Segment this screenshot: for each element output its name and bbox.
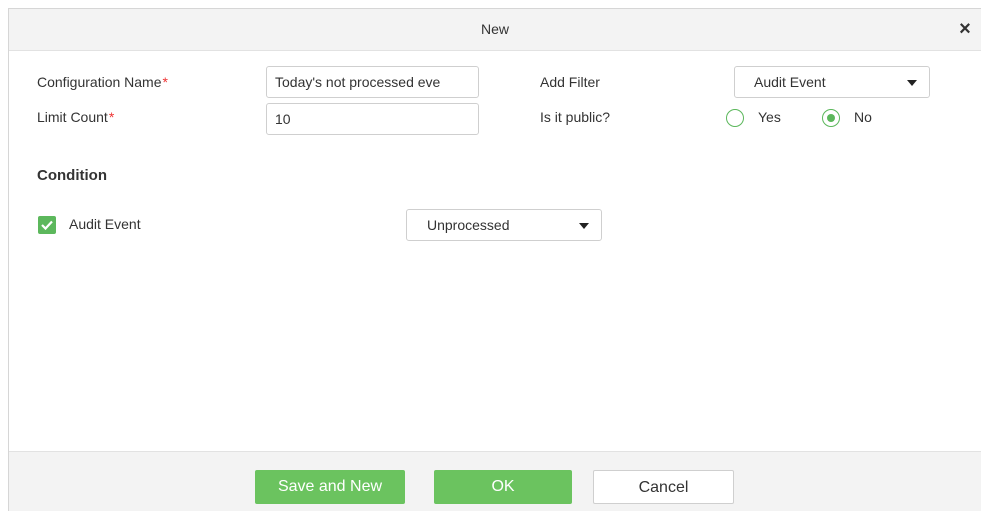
dialog-footer: Save and New OK Cancel <box>9 451 981 511</box>
public-yes-radio[interactable] <box>726 109 744 127</box>
add-filter-value: Audit Event <box>754 74 826 90</box>
config-name-label-text: Configuration Name <box>37 74 162 90</box>
cancel-button[interactable]: Cancel <box>593 470 734 504</box>
chevron-down-icon <box>907 80 917 86</box>
new-dialog: New × Configuration Name* Today's not pr… <box>8 8 981 511</box>
config-name-label: Configuration Name* <box>37 74 168 90</box>
add-filter-label: Add Filter <box>540 74 600 90</box>
config-name-input[interactable]: Today's not processed eve <box>266 66 479 98</box>
public-no-label: No <box>854 109 872 125</box>
ok-button[interactable]: OK <box>434 470 572 504</box>
limit-count-label: Limit Count* <box>37 109 114 125</box>
audit-event-checkbox[interactable] <box>38 216 56 234</box>
public-no-radio[interactable] <box>822 109 840 127</box>
dialog-title: New <box>480 21 509 37</box>
limit-count-label-text: Limit Count <box>37 109 108 125</box>
audit-event-status-value: Unprocessed <box>427 217 510 233</box>
condition-heading: Condition <box>37 167 107 184</box>
audit-event-status-select[interactable]: Unprocessed <box>406 209 602 241</box>
public-yes-label: Yes <box>758 109 781 125</box>
required-mark: * <box>108 109 115 125</box>
add-filter-select[interactable]: Audit Event <box>734 66 930 98</box>
save-and-new-button[interactable]: Save and New <box>255 470 405 504</box>
audit-event-label: Audit Event <box>69 216 141 232</box>
required-mark: * <box>162 74 168 90</box>
dialog-titlebar: New × <box>9 9 981 51</box>
chevron-down-icon <box>579 223 589 229</box>
close-icon[interactable]: × <box>953 17 977 41</box>
checkmark-icon <box>41 220 53 231</box>
public-label: Is it public? <box>540 109 611 125</box>
limit-count-input[interactable]: 10 <box>266 103 479 135</box>
